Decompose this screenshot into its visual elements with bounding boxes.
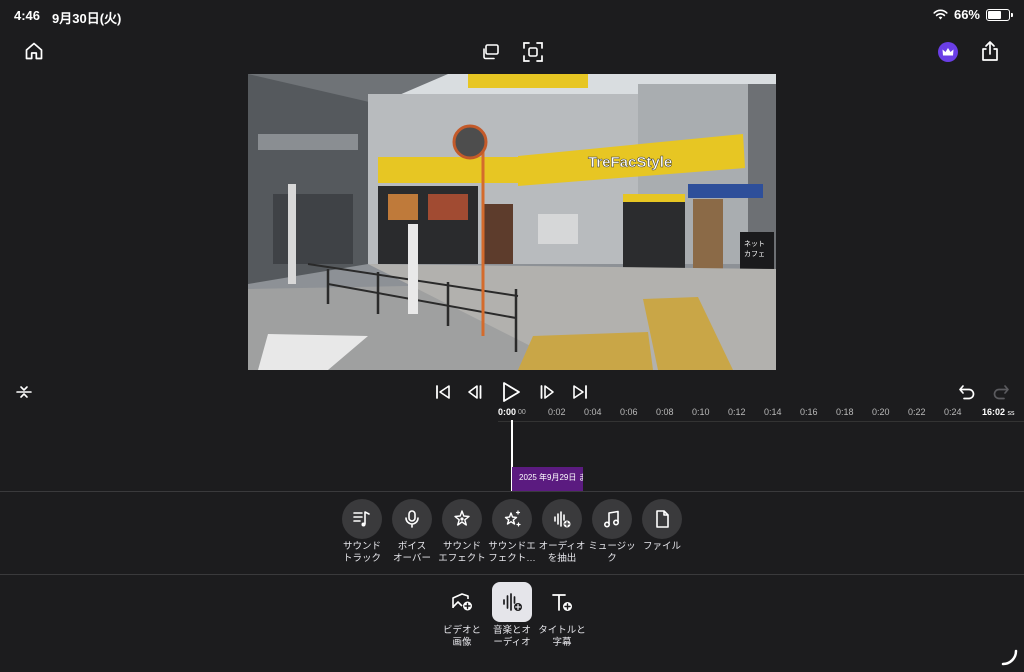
tool-label: ミュージッ ク <box>588 541 636 564</box>
status-time: 4:46 <box>14 8 41 23</box>
ruler-tick: 0:10 <box>692 407 710 417</box>
ruler-tick: 0:00 <box>498 407 517 417</box>
tool-label: サウンドエ フェクト… <box>488 541 536 564</box>
skip-start-button[interactable] <box>432 381 454 403</box>
video-preview[interactable]: TreFacStyle ネット カフェ <box>248 74 776 370</box>
layers-icon <box>483 44 499 60</box>
tool-extract-audio[interactable]: オーディオ を抽出 <box>537 499 587 565</box>
tools-divider <box>0 574 1024 575</box>
waveform-add-icon <box>554 511 571 528</box>
battery-level <box>988 10 1002 19</box>
redo-icon <box>993 385 1009 400</box>
skip-to-start-icon <box>436 385 450 399</box>
ruler-tick: 0:14 <box>764 407 782 417</box>
image-add-icon <box>452 593 472 611</box>
share-icon <box>982 41 998 61</box>
fullscreen-icon <box>523 42 543 62</box>
share-button[interactable] <box>978 39 1002 63</box>
ruler-tick: 0:04 <box>584 407 602 417</box>
svg-text:カフェ: カフェ <box>744 250 765 258</box>
file-icon <box>656 510 669 528</box>
ruler-tick: 0:12 <box>728 407 746 417</box>
tool-sound-effect-2[interactable]: サウンドエ フェクト… <box>487 499 537 565</box>
tool-label: ファイル <box>642 541 681 552</box>
microphone-icon <box>405 510 419 528</box>
tab-label: ビデオと 画像 <box>442 625 481 648</box>
timeline-clip[interactable]: 2025 年9月29日 ま <box>512 467 583 491</box>
tool-soundtrack[interactable]: サウンド トラック <box>337 499 387 565</box>
svg-text:TreFacStyle: TreFacStyle <box>588 154 672 171</box>
tool-label: オーディオ を抽出 <box>538 541 586 564</box>
undo-button[interactable] <box>956 381 978 403</box>
tool-voiceover[interactable]: ボイス オーバー <box>387 499 437 565</box>
sparkle-multi-icon <box>504 510 521 527</box>
play-icon <box>503 382 520 402</box>
home-icon <box>25 42 43 60</box>
cast-button[interactable] <box>479 40 503 64</box>
status-date: 9月30日(火) <box>52 11 122 26</box>
corner-indicator <box>1001 649 1018 666</box>
battery-icon <box>986 8 1013 21</box>
ruler-end-time: 16:02 ss <box>982 407 1015 417</box>
home-button[interactable] <box>22 39 46 63</box>
tool-file[interactable]: ファイル <box>637 499 687 553</box>
undo-icon <box>959 385 975 400</box>
time-ruler[interactable]: 0:00 00 0:02 0:04 0:06 0:08 0:10 0:12 0:… <box>498 407 1024 423</box>
ruler-tick: 0:24 <box>944 407 962 417</box>
tool-label: ボイス オーバー <box>393 541 431 564</box>
ruler-tick: 0:18 <box>836 407 854 417</box>
play-button[interactable] <box>498 379 524 405</box>
collapse-button[interactable] <box>13 381 35 403</box>
ruler-tick: 0:06 <box>620 407 638 417</box>
split-vertical-icon <box>16 386 32 398</box>
next-frame-button[interactable] <box>536 381 558 403</box>
ruler-tick: 0:20 <box>872 407 890 417</box>
waveform-add-icon <box>503 593 522 611</box>
tool-sound-effect[interactable]: サウンド エフェクト <box>437 499 487 565</box>
wifi-icon <box>933 9 948 20</box>
text-add-icon <box>552 594 572 611</box>
redo-button[interactable] <box>990 381 1012 403</box>
music-list-icon <box>353 511 370 527</box>
status-indicators: 66% <box>933 7 1013 22</box>
tool-label: サウンド トラック <box>342 541 381 564</box>
tab-music-audio[interactable]: 音楽とオ ーディオ <box>484 582 540 649</box>
tab-video-image[interactable]: ビデオと 画像 <box>434 582 490 649</box>
previous-frame-button[interactable] <box>464 381 486 403</box>
battery-percent: 66% <box>953 7 980 22</box>
tab-label: タイトルと 字幕 <box>538 625 586 648</box>
tab-label: 音楽とオ ーディオ <box>492 625 531 648</box>
ruler-tick: 0:16 <box>800 407 818 417</box>
crown-icon <box>942 48 954 56</box>
skip-to-end-icon <box>573 385 587 399</box>
fullscreen-button[interactable] <box>520 39 546 65</box>
timeline-divider <box>0 491 1024 492</box>
tab-title-caption[interactable]: タイトルと 字幕 <box>534 582 590 649</box>
tool-label: サウンド エフェクト <box>438 541 486 564</box>
ruler-line <box>498 421 1024 422</box>
svg-text:ネット: ネット <box>744 240 765 248</box>
skip-end-button[interactable] <box>569 381 591 403</box>
status-bar: 4:46 9月30日(火) 66% <box>0 0 1024 30</box>
video-frame: TreFacStyle ネット カフェ <box>248 74 776 370</box>
tool-music[interactable]: ミュージッ ク <box>587 499 637 565</box>
ruler-tick: 0:08 <box>656 407 674 417</box>
premium-button[interactable] <box>938 42 958 62</box>
music-note-icon <box>603 510 620 528</box>
ruler-tick: 00 <box>518 409 526 416</box>
ruler-tick: 0:02 <box>548 407 566 417</box>
sparkle-icon <box>454 510 470 526</box>
ruler-tick: 0:22 <box>908 407 926 417</box>
step-forward-icon <box>540 385 554 399</box>
step-back-icon <box>468 385 482 399</box>
